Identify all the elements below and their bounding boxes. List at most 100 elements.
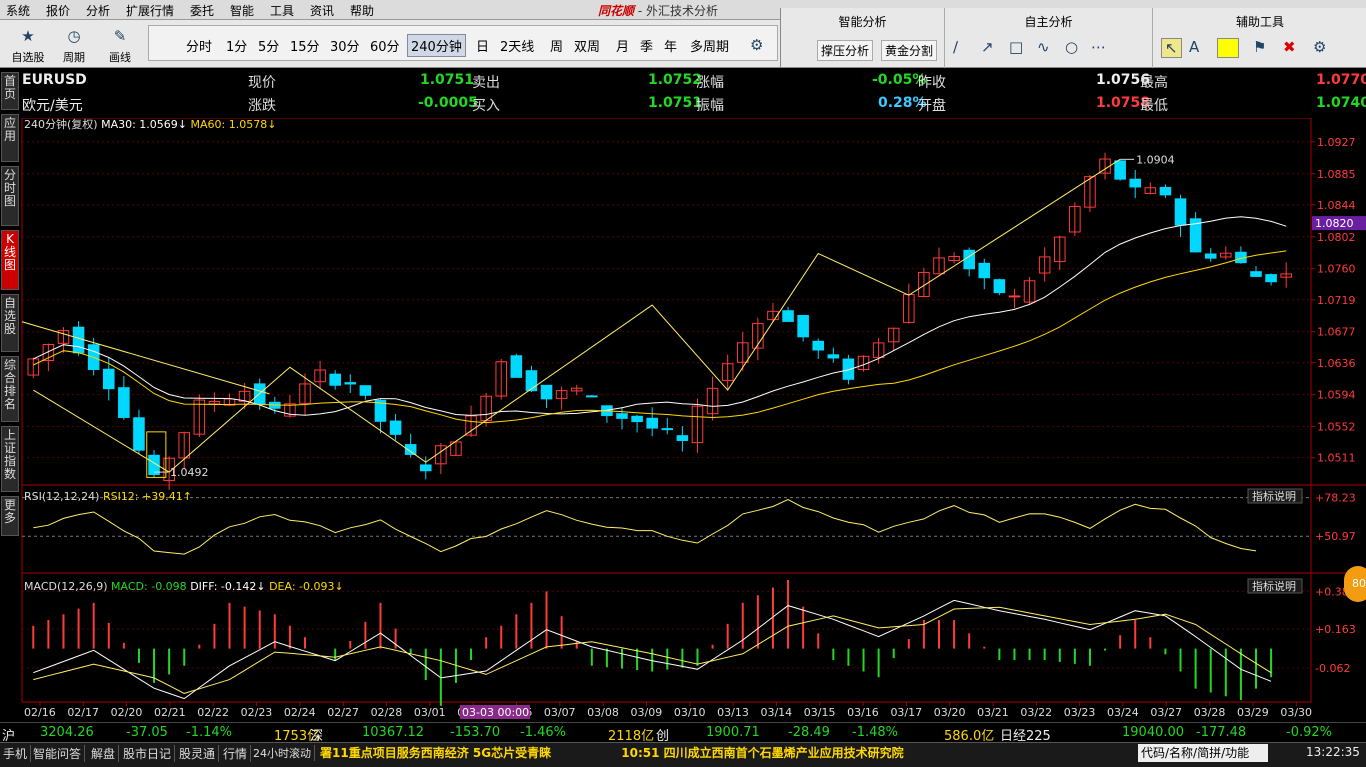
menu-quote[interactable]: 报价 <box>46 2 70 19</box>
quote-label-change-pct: 涨幅 <box>696 75 724 91</box>
tab-home[interactable]: 首页 <box>1 72 19 110</box>
candle-body <box>118 387 130 418</box>
task-24h[interactable]: 24小时滚动 <box>250 745 315 761</box>
period-5m[interactable]: 5分 <box>255 35 282 56</box>
left-tab-bar: 首页 应用 分时图 K线图 自选股 综合排名 上证指数 更多 <box>0 68 20 720</box>
period-week[interactable]: 周 <box>547 35 566 56</box>
candle-body <box>631 415 643 423</box>
period-biweek[interactable]: 双周 <box>571 35 603 56</box>
quote-header: EURUSD 欧元/美元 现价 1.0751 卖出 1.0752 涨幅 -0.0… <box>20 68 1366 118</box>
quote-label-ask: 卖出 <box>472 75 500 91</box>
tab-sh-index[interactable]: 上证指数 <box>1 426 19 492</box>
sh-pct: -1.14% <box>186 725 232 740</box>
quote-value-high: 1.0770 <box>1316 72 1366 88</box>
period-tick[interactable]: 分时 <box>183 35 215 56</box>
period-60m[interactable]: 60分 <box>367 35 403 56</box>
price-tick-label: 1.0719 <box>1317 294 1356 307</box>
tab-ranking[interactable]: 综合排名 <box>1 356 19 422</box>
support-resistance-button[interactable]: 撑压分析 <box>817 40 874 61</box>
candle-body <box>102 368 115 390</box>
rect-tool-icon[interactable]: □ <box>1009 38 1023 56</box>
menu-analysis[interactable]: 分析 <box>86 2 110 19</box>
x-axis-label: 03/23 <box>1064 706 1096 719</box>
candle-body <box>827 354 840 359</box>
period-15m[interactable]: 15分 <box>287 35 323 56</box>
x-axis-label: 03/14 <box>760 706 792 719</box>
sh-change: -37.05 <box>126 725 168 740</box>
overlays-layer <box>21 158 1287 700</box>
draw-button[interactable]: ✎ 画线 <box>98 23 142 65</box>
task-analysis[interactable]: 解盘 <box>88 745 120 762</box>
more-tools-icon[interactable]: ⋯ <box>1091 38 1106 56</box>
delete-tool-icon[interactable]: ✖ <box>1283 38 1296 56</box>
tool-settings-gear-icon[interactable]: ⚙ <box>1313 38 1326 56</box>
candle-body <box>1129 178 1142 188</box>
text-tool-icon[interactable]: A <box>1189 38 1199 56</box>
stamp-tool-icon[interactable]: ⚑ <box>1253 38 1266 56</box>
tab-timeshare[interactable]: 分时图 <box>1 166 19 226</box>
x-axis-label: 02/21 <box>154 706 186 719</box>
period-quarter[interactable]: 季 <box>637 35 656 56</box>
quote-value-last: 1.0751 <box>420 72 475 88</box>
menu-tools[interactable]: 工具 <box>270 2 294 19</box>
menu-order[interactable]: 委托 <box>190 2 214 19</box>
task-market[interactable]: 行情 <box>220 745 252 762</box>
kline-chart[interactable]: 1.0927 1.0885 1.0844 1.0802 1.0760 1.0719 1.06… <box>20 118 1366 722</box>
news-ticker[interactable]: 署11重点项目服务西南经济 5G芯片受青睐 10:51 四川成立西南首个石墨烯产… <box>320 744 904 761</box>
draw-label: 画线 <box>109 51 131 64</box>
tab-kline[interactable]: K线图 <box>1 230 19 290</box>
candle-body <box>525 370 538 392</box>
news-headline-2: 10:51 四川成立西南首个石墨烯产业应用技术研究院 <box>621 746 904 760</box>
tab-more[interactable]: 更多 <box>1 496 19 536</box>
x-axis-label: 03/27 <box>1150 706 1182 719</box>
app-title: 同花顺 - 外汇技术分析 <box>598 2 718 19</box>
period-1m[interactable]: 1分 <box>223 35 250 56</box>
quote-label-bid: 买入 <box>472 98 500 114</box>
price-tick-label: 1.0594 <box>1317 389 1356 402</box>
rsi-value: RSI12: +39.41↑ <box>103 490 192 503</box>
menu-system[interactable]: 系统 <box>6 2 30 19</box>
period-month[interactable]: 月 <box>613 35 632 56</box>
candle-body <box>646 417 658 429</box>
period-240m[interactable]: 240分钟 <box>407 34 466 57</box>
period-30m[interactable]: 30分 <box>327 35 363 56</box>
color-swatch-icon[interactable] <box>1217 38 1239 58</box>
candle-body <box>329 373 341 386</box>
quote-label-prev-close: 昨收 <box>918 75 946 91</box>
golden-section-button[interactable]: 黄金分割 <box>881 40 938 61</box>
period-2day[interactable]: 2天线 <box>497 35 537 56</box>
sz-pct: -1.46% <box>520 725 566 740</box>
tab-watchlist[interactable]: 自选股 <box>1 294 19 352</box>
wave-tool-icon[interactable]: ∿ <box>1037 38 1050 56</box>
settings-gear-icon[interactable]: ⚙ <box>747 35 766 55</box>
period-year[interactable]: 年 <box>661 35 680 56</box>
task-mobile[interactable]: 手机 <box>0 745 32 762</box>
menu-smart[interactable]: 智能 <box>230 2 254 19</box>
line-tool-icon[interactable]: ∕ <box>953 38 958 56</box>
side-badge[interactable]: 80 <box>1344 566 1366 602</box>
task-qa[interactable]: 智能问答 <box>30 745 86 762</box>
task-stock-spirit[interactable]: 股灵通 <box>176 745 220 762</box>
cursor-tool-icon[interactable]: ↖ <box>1161 38 1182 58</box>
price-tick-label: 1.0885 <box>1317 168 1356 181</box>
period-multi[interactable]: 多周期 <box>687 35 732 56</box>
watchlist-button[interactable]: ★ 自选股 <box>6 23 50 65</box>
candle-body <box>842 358 855 380</box>
menu-extended-market[interactable]: 扩展行情 <box>126 2 174 19</box>
price-annotation: 1.0492 <box>170 466 209 479</box>
task-diary[interactable]: 股市日记 <box>120 745 176 762</box>
arrow-tool-icon[interactable]: ↗ <box>981 38 994 56</box>
tab-apps[interactable]: 应用 <box>1 114 19 162</box>
period-day[interactable]: 日 <box>473 35 492 56</box>
symbol-name: 欧元/美元 <box>22 98 83 114</box>
menu-help[interactable]: 帮助 <box>350 2 374 19</box>
quote-value-low: 1.0740 <box>1316 95 1366 111</box>
menu-news[interactable]: 资讯 <box>310 2 334 19</box>
macd-value: MACD: -0.098 <box>111 580 190 593</box>
code-search-input[interactable]: 代码/名称/简拼/功能 <box>1138 744 1268 762</box>
candle-body <box>540 384 553 400</box>
period-button[interactable]: ◷ 周期 <box>52 23 96 65</box>
x-axis-label: 02/24 <box>284 706 316 719</box>
circle-tool-icon[interactable]: ○ <box>1065 38 1078 56</box>
cy-change: -28.49 <box>788 725 830 740</box>
